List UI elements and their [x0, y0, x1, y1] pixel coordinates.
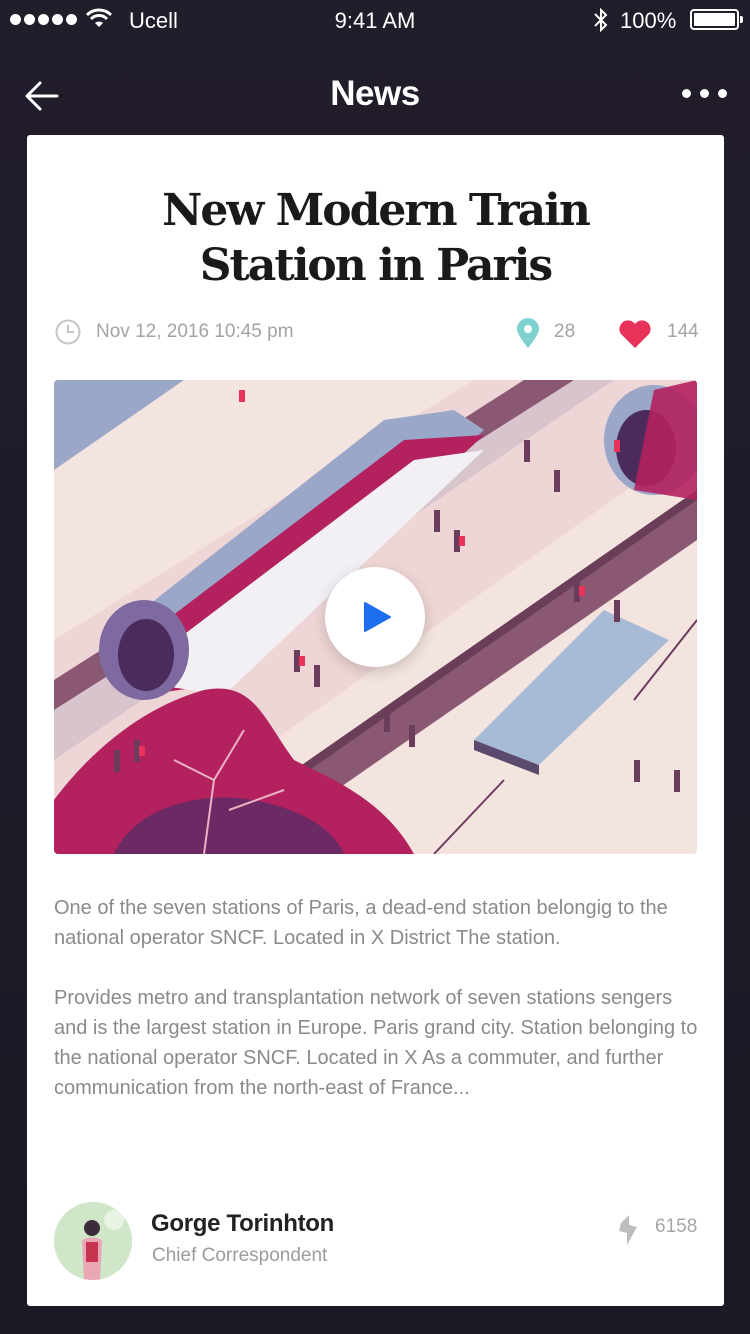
battery-icon: [690, 9, 743, 30]
heart-icon[interactable]: [618, 319, 652, 349]
clock-icon: [55, 319, 81, 345]
author-role: Chief Correspondent: [152, 1245, 328, 1266]
article-card: New Modern Train Station in Paris Nov 12…: [27, 135, 724, 1306]
screen: Ucell 9:41 AM 100% News New Modern Train…: [0, 0, 750, 1334]
like-count: 144: [667, 321, 699, 342]
avatar[interactable]: [54, 1202, 132, 1280]
author-avatar-image: [54, 1202, 132, 1280]
article-video[interactable]: [54, 380, 697, 854]
play-icon: [364, 602, 391, 632]
share-count: 6158: [655, 1216, 698, 1237]
location-pin-icon: [517, 318, 539, 348]
play-button[interactable]: [325, 567, 425, 667]
location-count: 28: [554, 321, 576, 342]
battery-percent: 100%: [620, 8, 677, 33]
article-paragraph-1: One of the seven stations of Paris, a de…: [54, 897, 668, 949]
author-name: Gorge Torinhton: [151, 1210, 335, 1237]
article-meta: Nov 12, 2016 10:45 pm 28 144: [55, 317, 700, 349]
more-options-button[interactable]: [682, 89, 727, 98]
article-paragraph-2: Provides metro and transplantation netwo…: [54, 987, 698, 1099]
author-info: Gorge Torinhton Chief Correspondent 6158: [54, 1202, 699, 1280]
article-title-line-2: Station in Paris: [199, 240, 553, 291]
article-title: New Modern Train Station in Paris: [67, 183, 684, 293]
navigation-bar: News: [0, 60, 750, 134]
status-bar: Ucell 9:41 AM 100%: [0, 0, 750, 40]
bluetooth-icon: [594, 7, 608, 33]
bolt-share-icon[interactable]: [617, 1213, 639, 1247]
page-title: News: [330, 74, 420, 113]
publish-date: Nov 12, 2016 10:45 pm: [96, 321, 294, 342]
article-title-line-1: New Modern Train: [162, 185, 591, 236]
